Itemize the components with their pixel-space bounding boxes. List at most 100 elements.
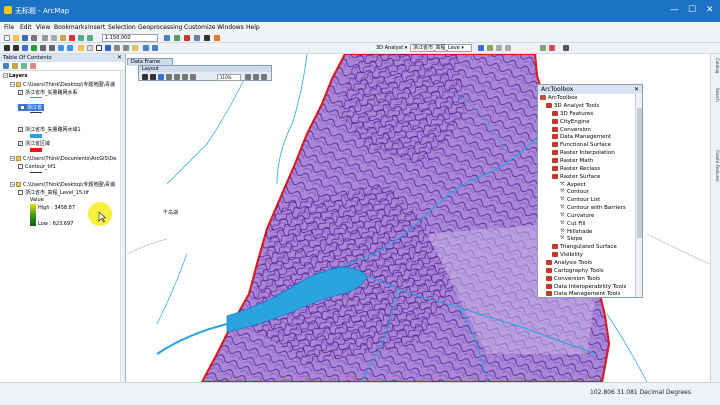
menu-selection[interactable]: Selection — [108, 24, 136, 31]
toolbox-item[interactable]: Cartography Tools — [546, 267, 604, 274]
menu-customize[interactable]: Customize — [184, 24, 216, 31]
toolbox-item[interactable]: Raster Surface — [552, 173, 600, 180]
steepest-path-icon[interactable] — [487, 45, 493, 51]
delete-icon[interactable] — [69, 35, 75, 41]
python-icon[interactable] — [204, 35, 210, 41]
create-contour-icon[interactable] — [478, 45, 484, 51]
fixed-zoom-in-icon[interactable] — [40, 45, 46, 51]
toc-layer-zhejiang[interactable]: ✓ 浙江省 — [18, 104, 45, 111]
arctoolbox-icon[interactable] — [184, 35, 190, 41]
minimize-button[interactable]: — — [670, 5, 679, 15]
toolbox-root[interactable]: ArcToolbox — [540, 95, 578, 101]
list-by-visibility-icon[interactable] — [21, 63, 27, 69]
menu-edit[interactable]: Edit — [20, 24, 32, 31]
focus-data-frame-icon[interactable] — [253, 74, 259, 80]
toolbox-item[interactable]: ⚒ Aspect — [560, 181, 586, 188]
toolbox-item[interactable]: Triangulated Surface — [552, 244, 617, 250]
catalog-tab[interactable]: Catalog — [712, 58, 720, 73]
menu-windows[interactable]: Windows — [217, 24, 244, 31]
layer-checkbox[interactable] — [18, 164, 23, 169]
zoom-whole-page-icon[interactable] — [166, 74, 172, 80]
layer-checkbox[interactable]: ✓ — [18, 90, 23, 95]
zoom-100-icon[interactable] — [174, 74, 180, 80]
arctoolbox-scroll-thumb[interactable] — [637, 108, 642, 238]
redo-icon[interactable] — [87, 35, 93, 41]
undo-icon[interactable] — [78, 35, 84, 41]
back-extent-icon[interactable] — [58, 45, 64, 51]
layout-back-icon[interactable] — [190, 74, 196, 80]
toolbox-item[interactable]: ⚒ Curvature — [560, 212, 594, 219]
catalog-icon[interactable] — [194, 35, 200, 41]
layout-zoom-combo[interactable]: 110% — [217, 74, 241, 81]
toc-layer-road-water[interactable]: ✓ 浙江省市_矢量路网水系 — [18, 89, 78, 96]
search-tab[interactable]: Search — [712, 88, 720, 102]
toolbox-item[interactable]: Conversion — [552, 126, 591, 133]
3d-analyst-layer-combo[interactable]: 浙江省市_高程_Leve ▾ — [410, 44, 472, 52]
toc-layer-water-area[interactable]: ✓ 浙江省市_矢量路网水域1 — [18, 126, 81, 133]
menu-view[interactable]: View — [36, 24, 50, 31]
select-elements-icon[interactable] — [96, 45, 102, 51]
save-icon[interactable] — [22, 35, 28, 41]
arcglobe-icon[interactable] — [549, 45, 555, 51]
toc-group-2[interactable]: − C:\Users\Think\Documents\ArcGIS\De — [10, 156, 116, 162]
toolbox-item[interactable]: ⚒ Cut Fill — [560, 220, 586, 227]
menu-insert[interactable]: Insert — [88, 24, 105, 31]
list-by-selection-icon[interactable] — [30, 63, 36, 69]
line-of-sight-icon[interactable] — [496, 45, 502, 51]
select-features-icon[interactable] — [78, 45, 84, 51]
table-of-contents-icon[interactable] — [174, 35, 180, 41]
toc-close-icon[interactable]: ✕ — [117, 54, 122, 62]
collapse-icon[interactable]: − — [3, 73, 8, 78]
toc-group-3[interactable]: − C:\Users\Think\Desktop\专题地图\青浦 — [10, 181, 115, 188]
pan-icon[interactable] — [22, 45, 28, 51]
zoom-out-icon[interactable] — [13, 45, 19, 51]
toolbox-item[interactable]: ⚒ Hillshade — [560, 228, 592, 235]
layers-data-frame[interactable]: − Layers — [3, 73, 28, 79]
create-features-tab[interactable]: Create Features — [712, 150, 720, 182]
toolbox-item[interactable]: Data Management — [552, 134, 611, 140]
cut-icon[interactable] — [42, 35, 48, 41]
toolbox-item[interactable]: Data Management Tools — [546, 291, 620, 297]
toggle-draft-mode-icon[interactable] — [245, 74, 251, 80]
toolbox-item[interactable]: CityEngine — [552, 118, 590, 125]
maximize-button[interactable]: ☐ — [688, 5, 696, 15]
map-scale-input[interactable]: 1:150,000 — [102, 34, 158, 42]
fixed-zoom-icon[interactable] — [182, 74, 188, 80]
toolbox-item[interactable]: Functional Surface — [552, 142, 611, 148]
toolbox-item[interactable]: ⚒ Contour with Barriers — [560, 205, 626, 212]
open-icon[interactable] — [13, 35, 19, 41]
layout-zoom-in-icon[interactable] — [142, 74, 148, 80]
georeference-icon[interactable] — [152, 45, 158, 51]
find-icon[interactable] — [114, 45, 120, 51]
toc-scrollbar[interactable] — [120, 71, 125, 382]
data-frame-window[interactable]: Data Frame — [127, 58, 173, 66]
menu-help[interactable]: Help — [246, 24, 260, 31]
toolbox-item[interactable]: Raster Reclass — [552, 165, 600, 172]
toc-layer-contour[interactable]: Contour_tif1 — [18, 164, 56, 170]
toolbox-item[interactable]: 3D Features — [552, 110, 593, 117]
menu-geoprocessing[interactable]: Geoprocessing — [138, 24, 182, 31]
modelbuilder-icon[interactable] — [214, 35, 220, 41]
list-by-source-icon[interactable] — [12, 63, 18, 69]
paste-icon[interactable] — [60, 35, 66, 41]
new-map-icon[interactable] — [4, 35, 10, 41]
toolbox-item[interactable]: ⚒ Slope — [560, 236, 582, 243]
toolbar-options-icon[interactable] — [563, 45, 569, 51]
clear-selection-icon[interactable] — [87, 45, 93, 51]
toc-layer-elevation[interactable]: 浙江省市_高程_Level_15.tif — [18, 189, 89, 196]
layer-checkbox[interactable]: ✓ — [20, 105, 25, 110]
toolbox-item[interactable]: 3D Analyst Tools — [546, 103, 599, 109]
layout-pan-icon[interactable] — [158, 74, 164, 80]
fixed-zoom-out-icon[interactable] — [49, 45, 55, 51]
forward-extent-icon[interactable] — [67, 45, 73, 51]
time-slider-icon[interactable] — [143, 45, 149, 51]
layer-checkbox[interactable] — [18, 190, 23, 195]
toolbox-item[interactable]: Raster Math — [552, 157, 593, 164]
copy-icon[interactable] — [51, 35, 57, 41]
print-icon[interactable] — [31, 35, 37, 41]
toc-group-1[interactable]: − C:\Users\Think\Desktop\专题地图\青浦 — [10, 81, 115, 88]
html-popup-icon[interactable] — [132, 45, 138, 51]
toolbox-item[interactable]: ⚒ Contour List — [560, 197, 600, 204]
3d-analyst-toolbar-label[interactable]: 3D Analyst ▾ — [376, 45, 407, 51]
zoom-in-icon[interactable] — [4, 45, 10, 51]
